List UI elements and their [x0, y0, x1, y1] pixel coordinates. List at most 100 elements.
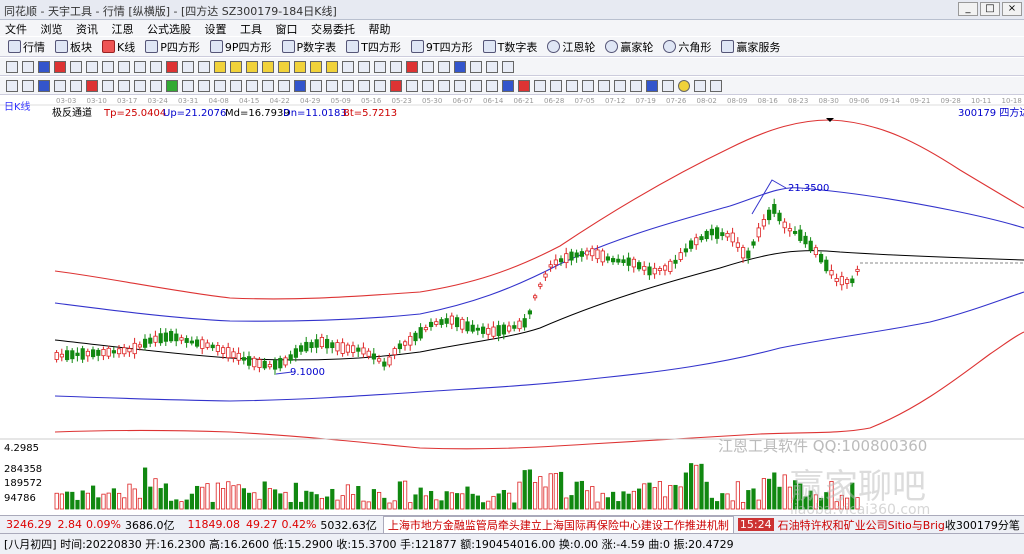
cycle-icon[interactable] — [102, 79, 114, 92]
menu-help[interactable]: 帮助 — [364, 20, 396, 38]
trash-icon[interactable] — [374, 79, 386, 92]
ray-icon[interactable] — [54, 79, 66, 92]
toolbar-p-table-button[interactable]: P数字表 — [278, 39, 341, 55]
maximize-button[interactable]: □ — [980, 2, 1000, 16]
fib-icon[interactable] — [86, 79, 98, 92]
zoom-icon[interactable] — [150, 60, 162, 73]
diamond-icon[interactable] — [262, 60, 274, 73]
menu-gann[interactable]: 江恩 — [107, 20, 139, 38]
magnet-icon[interactable] — [454, 79, 466, 92]
diamond-icon[interactable] — [246, 60, 258, 73]
news-ticker[interactable]: 上海市地方金融监管局牵头建立上海国际再保险中心建设工作推进机制 — [382, 516, 734, 533]
lock-icon[interactable] — [406, 79, 418, 92]
diamond-icon[interactable] — [326, 60, 338, 73]
toolbar-hexagon-button[interactable]: 六角形 — [659, 39, 715, 55]
diamond-icon[interactable] — [214, 60, 226, 73]
line-icon[interactable] — [102, 60, 114, 73]
flag-icon[interactable] — [166, 60, 178, 73]
wave-icon[interactable] — [390, 60, 402, 73]
kline-chart-area[interactable]: 03-03 03-10 03-17 03-24 03-31 04-08 04-15 04-22… — [0, 96, 1024, 518]
text-icon[interactable] — [198, 79, 210, 92]
info-icon[interactable] — [646, 79, 658, 92]
arc-icon[interactable] — [182, 79, 194, 92]
candle-icon[interactable] — [86, 60, 98, 73]
menu-file[interactable]: 文件 — [0, 20, 32, 38]
vertical-line-icon[interactable] — [246, 79, 258, 92]
toolbar-p-square-button[interactable]: P四方形 — [141, 39, 204, 55]
rotate-icon[interactable] — [582, 79, 594, 92]
diamond-icon[interactable] — [230, 60, 242, 73]
sound-icon[interactable] — [710, 79, 722, 92]
square-icon[interactable] — [438, 60, 450, 73]
table-icon[interactable] — [134, 60, 146, 73]
truck-icon[interactable] — [502, 60, 514, 73]
toolbar-gann-wheel-button[interactable]: 江恩轮 — [543, 39, 599, 55]
toolbar-9p-square-button[interactable]: 9P四方形 — [206, 39, 276, 55]
news-ticker-2[interactable]: 石油特许权和矿业公司Sitio与Brig — [778, 517, 945, 533]
list-icon[interactable] — [38, 60, 50, 73]
fork-icon[interactable] — [358, 60, 370, 73]
spiral-icon[interactable] — [278, 79, 290, 92]
zoom-in-icon[interactable] — [614, 79, 626, 92]
color-icon[interactable] — [390, 79, 402, 92]
arrow-right-icon[interactable] — [566, 79, 578, 92]
arrow-left-icon[interactable] — [550, 79, 562, 92]
dots-icon[interactable] — [230, 79, 242, 92]
chart-icon[interactable] — [54, 60, 66, 73]
diamond-icon[interactable] — [294, 60, 306, 73]
toolbar-service-button[interactable]: 赢家服务 — [717, 39, 784, 55]
lightbulb-icon[interactable] — [678, 79, 690, 92]
toolbar-quotes-button[interactable]: 行情 — [4, 39, 49, 55]
save-icon[interactable] — [454, 60, 466, 73]
diamond-icon[interactable] — [310, 60, 322, 73]
channel-icon[interactable] — [70, 79, 82, 92]
expand-icon[interactable] — [694, 79, 706, 92]
fan-icon[interactable] — [118, 79, 130, 92]
marker-icon[interactable] — [214, 79, 226, 92]
minimize-button[interactable]: _ — [958, 2, 978, 16]
back-icon[interactable] — [182, 60, 194, 73]
toolbar-winner-wheel-button[interactable]: 赢家轮 — [601, 39, 657, 55]
menu-formula[interactable]: 公式选股 — [142, 20, 196, 38]
andrews-icon[interactable] — [310, 79, 322, 92]
forward-icon[interactable] — [198, 60, 210, 73]
undo-icon[interactable] — [422, 79, 434, 92]
record-icon[interactable] — [518, 79, 530, 92]
toolbar-9t-square-button[interactable]: 9T四方形 — [407, 39, 477, 55]
toolbar-t-table-button[interactable]: T数字表 — [479, 39, 542, 55]
grid-small-icon[interactable] — [534, 79, 546, 92]
toolbar-sector-button[interactable]: 板块 — [51, 39, 96, 55]
hand-icon[interactable] — [342, 60, 354, 73]
layout-icon[interactable] — [6, 60, 18, 73]
help-icon[interactable] — [662, 79, 674, 92]
toolbar-t-square-button[interactable]: T四方形 — [342, 39, 405, 55]
angle-icon[interactable] — [406, 60, 418, 73]
copy-icon[interactable] — [486, 60, 498, 73]
tick-detail-label[interactable]: 收300179分笔 — [945, 517, 1024, 533]
pencil-icon[interactable] — [6, 79, 18, 92]
grid-tool-icon[interactable] — [166, 79, 178, 92]
menu-tools[interactable]: 工具 — [235, 20, 267, 38]
horizontal-line-icon[interactable] — [262, 79, 274, 92]
toolbar-kline-button[interactable]: K线 — [98, 39, 139, 55]
ellipse-icon[interactable] — [150, 79, 162, 92]
redo-icon[interactable] — [438, 79, 450, 92]
line-tool-icon[interactable] — [38, 79, 50, 92]
gann-icon[interactable] — [422, 60, 434, 73]
speed-icon[interactable] — [342, 79, 354, 92]
close-button[interactable]: × — [1002, 2, 1022, 16]
diamond-icon[interactable] — [278, 60, 290, 73]
cross-icon[interactable] — [118, 60, 130, 73]
calendar-icon[interactable] — [486, 79, 498, 92]
menu-settings[interactable]: 设置 — [200, 20, 232, 38]
eraser-icon[interactable] — [358, 79, 370, 92]
menu-trade[interactable]: 交易委托 — [306, 20, 360, 38]
menu-news[interactable]: 资讯 — [71, 20, 103, 38]
menu-window[interactable]: 窗口 — [271, 20, 303, 38]
settings-icon[interactable] — [502, 79, 514, 92]
zoom-out-icon[interactable] — [630, 79, 642, 92]
refresh-icon[interactable] — [598, 79, 610, 92]
wave-tool-icon[interactable] — [294, 79, 306, 92]
box-icon[interactable] — [134, 79, 146, 92]
bar-icon[interactable] — [70, 60, 82, 73]
